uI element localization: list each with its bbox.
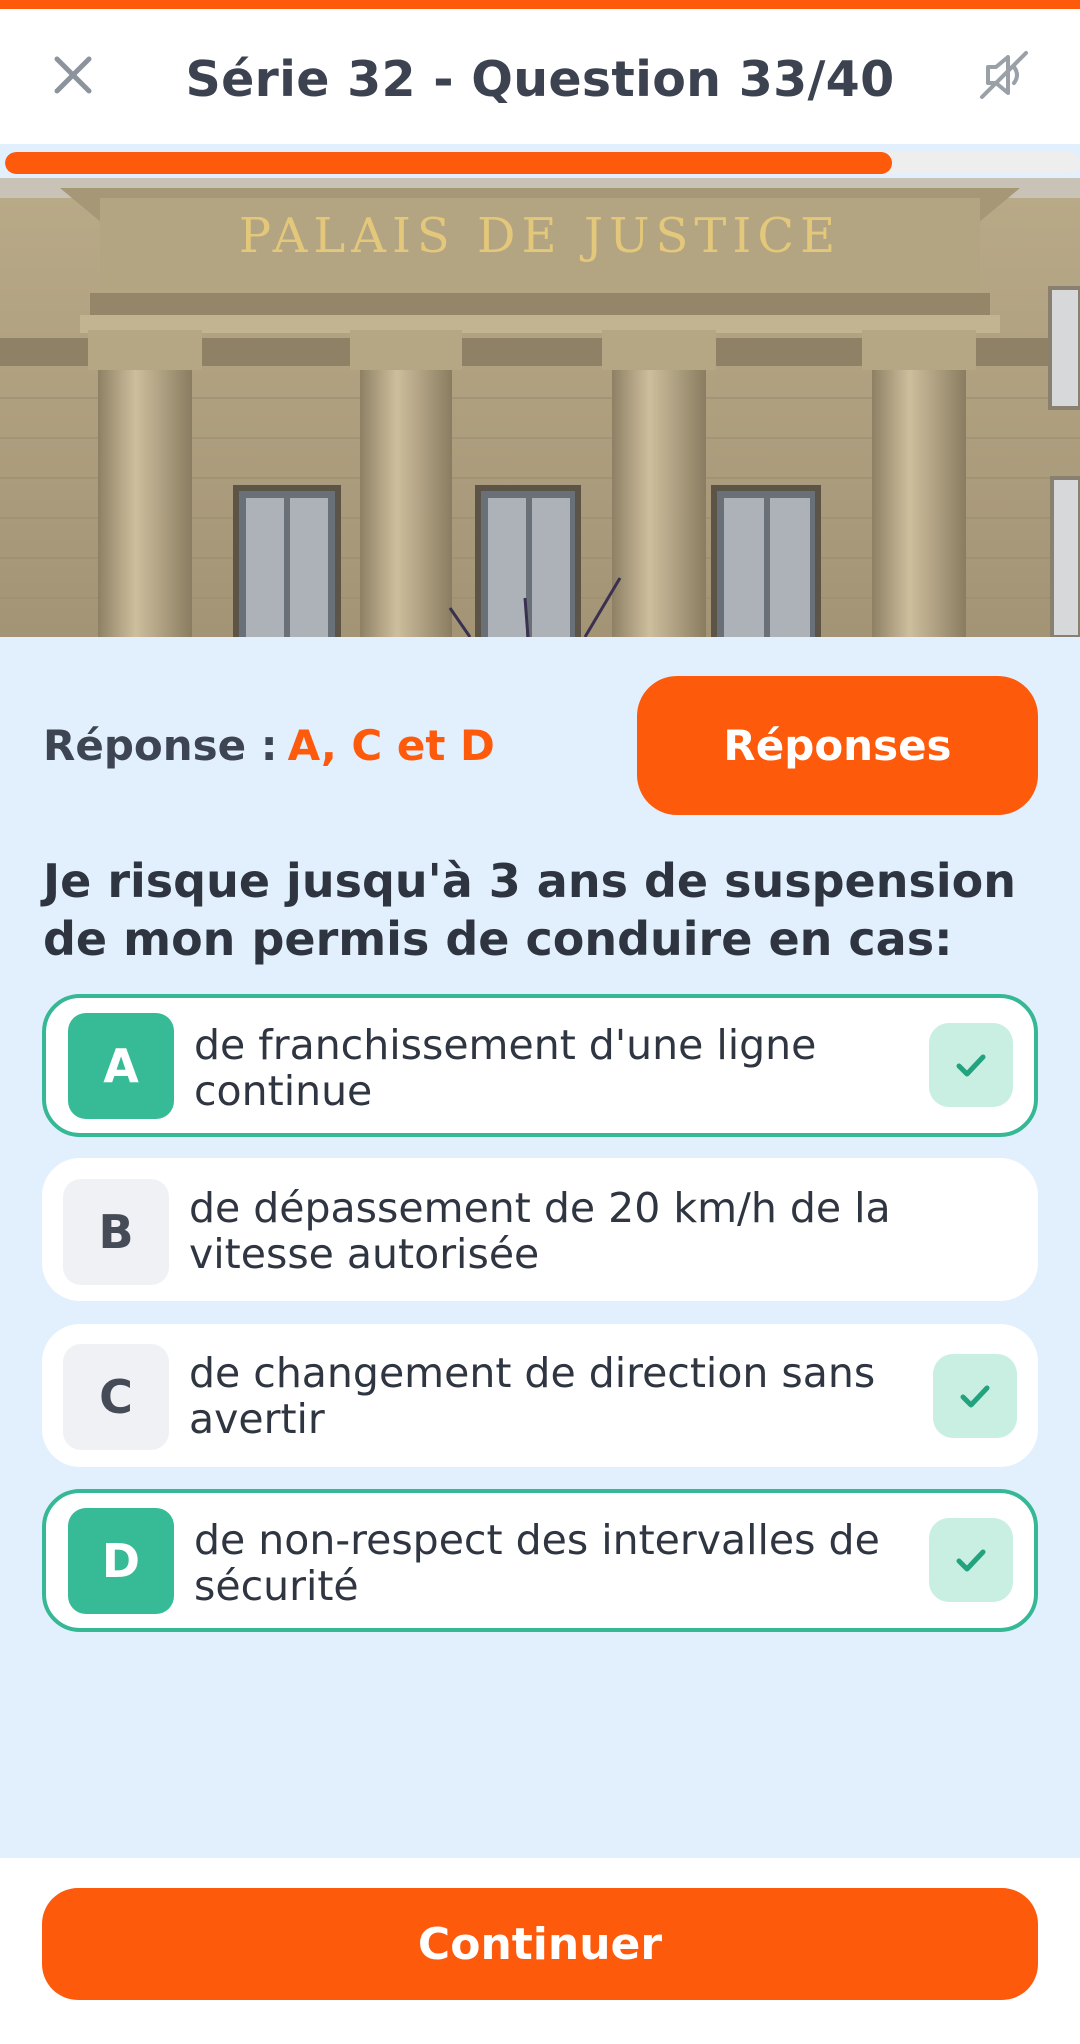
question-image: PALAIS DE JUSTICE [0, 178, 1080, 637]
reponses-button[interactable]: Réponses [637, 676, 1038, 815]
progress-bar-fill [5, 152, 892, 174]
page-title: Série 32 - Question 33/40 [185, 50, 895, 108]
option-text: de franchissement d'une ligne continue [194, 1021, 817, 1115]
option-text: de changement de direction sans avertir [189, 1349, 876, 1443]
correct-check-badge [933, 1354, 1017, 1438]
checkmark-icon [956, 1054, 986, 1077]
option-text: de dépassement de 20 km/h de la vitesse … [189, 1184, 891, 1278]
question-text: Je risque jusqu'à 3 ans de suspension de… [43, 854, 1016, 966]
checkmark-icon [960, 1385, 990, 1408]
continue-button[interactable]: Continuer [42, 1888, 1038, 2000]
option-c[interactable]: C de changement de direction sans averti… [42, 1324, 1038, 1467]
answer-value: A, C et D [287, 720, 495, 770]
answer-label: Réponse : [43, 720, 278, 770]
sound-off-icon [980, 51, 1028, 99]
correct-check-badge [929, 1023, 1013, 1107]
progress-bar [5, 152, 1080, 174]
option-letter: A [68, 1013, 174, 1119]
close-button[interactable] [42, 44, 104, 106]
option-d[interactable]: D de non-respect des intervalles de sécu… [42, 1489, 1038, 1632]
option-b[interactable]: B de dépassement de 20 km/h de la vitess… [42, 1158, 1038, 1301]
option-letter: D [68, 1508, 174, 1614]
close-icon [54, 56, 92, 94]
top-accent-bar [0, 0, 1080, 9]
correct-check-badge [929, 1518, 1013, 1602]
option-letter: C [63, 1344, 169, 1450]
checkmark-icon [956, 1549, 986, 1572]
answer-summary: Réponse : A, C et D [43, 695, 495, 795]
option-a[interactable]: A de franchissement d'une ligne continue [42, 994, 1038, 1137]
inscription-text: PALAIS DE JUSTICE [239, 208, 841, 264]
option-letter: B [63, 1179, 169, 1285]
sound-toggle-button[interactable] [970, 41, 1038, 109]
option-text: de non-respect des intervalles de sécuri… [194, 1516, 880, 1610]
header-bar: Série 32 - Question 33/40 [0, 9, 1080, 144]
